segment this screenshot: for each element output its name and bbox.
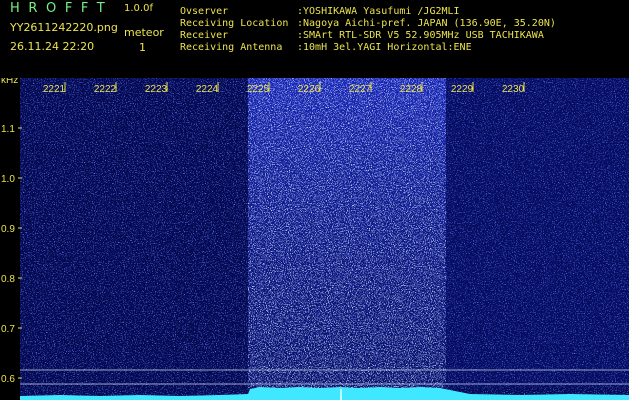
header-panel: HROFFT 1.0.0f YY2611242220.png 26.11.24 … bbox=[0, 0, 629, 78]
antenna-value: :10mH 3el.YAGI Horizontal:ENE bbox=[297, 42, 472, 53]
location-label: Receiving Location bbox=[180, 18, 289, 29]
frequency-tick-label: 1.1 bbox=[1, 124, 15, 135]
time-tick-label: 2222 bbox=[94, 84, 117, 95]
time-tick-label: 2223 bbox=[145, 84, 168, 95]
time-tick-label: 2229 bbox=[451, 84, 474, 95]
receiver-value: :SMArt RTL-SDR V5 52.905MHz USB TACHIKAW… bbox=[297, 30, 544, 41]
time-tick-label: 2230 bbox=[502, 84, 525, 95]
app-version: 1.0.0f bbox=[124, 3, 153, 14]
spectrogram-display[interactable]: kHz 1.1 1.0 0.9 0.8 0.7 0.6 2221 2222 2223 2224 22… bbox=[0, 78, 629, 400]
time-tick-label: 2228 bbox=[400, 84, 423, 95]
time-tick-label: 2221 bbox=[43, 84, 66, 95]
time-tick-label: 2226 bbox=[298, 84, 321, 95]
timestamp: 26.11.24 22:20 bbox=[10, 40, 95, 53]
frequency-tick-label: 0.8 bbox=[1, 274, 15, 285]
time-tick-label: 2227 bbox=[349, 84, 372, 95]
time-tick-label: 2225 bbox=[247, 84, 270, 95]
signal-band-speckle bbox=[248, 78, 446, 388]
signal-band-wide bbox=[446, 78, 629, 388]
app-title: HROFFT bbox=[10, 1, 114, 16]
time-tick-label: 2224 bbox=[196, 84, 219, 95]
mode-label: meteor bbox=[124, 26, 164, 39]
frequency-tick-label: 0.9 bbox=[1, 224, 15, 235]
antenna-label: Receiving Antenna bbox=[180, 42, 283, 53]
file-name: YY2611242220.png bbox=[10, 21, 118, 34]
frequency-tick-label: 0.6 bbox=[1, 374, 15, 385]
observer-value: :YOSHIKAWA Yasufumi /JG2MLI bbox=[297, 6, 460, 17]
observer-label: Ovserver bbox=[180, 6, 229, 17]
receiver-label: Receiver bbox=[180, 30, 229, 41]
detection-count: 1 bbox=[139, 41, 146, 54]
frequency-tick-label: 1.0 bbox=[1, 174, 15, 185]
frequency-unit-label: kHz bbox=[1, 78, 18, 86]
frequency-tick-label: 0.7 bbox=[1, 324, 15, 335]
location-value: :Nagoya Aichi-pref. JAPAN (136.90E, 35.2… bbox=[297, 18, 556, 29]
